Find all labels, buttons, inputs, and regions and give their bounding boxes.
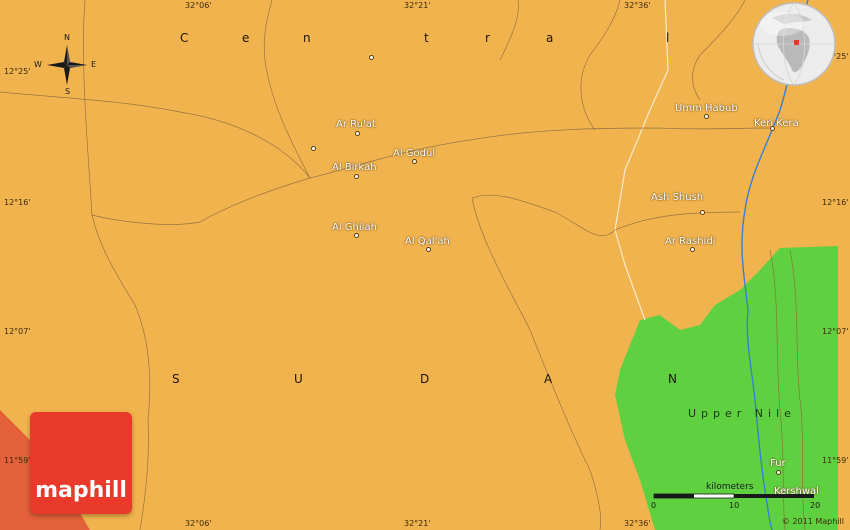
scale-title: kilometers	[706, 482, 754, 492]
coord-left: 11°59'	[4, 456, 31, 465]
globe-icon	[752, 2, 836, 86]
place-ash-shush[interactable]: Ash Shush	[651, 192, 703, 204]
region-central-letter: l	[666, 31, 670, 45]
place-ar-ruat[interactable]: Ar Ru'at	[336, 119, 376, 131]
place-ar-rashidi[interactable]: Ar Rashidi	[665, 236, 715, 248]
scale-tick: 10	[729, 501, 740, 510]
region-sudan-letter: D	[420, 372, 430, 386]
logo-text: maphill	[35, 478, 127, 503]
place-marker	[776, 470, 781, 475]
coord-bottom: 32°36'	[624, 519, 651, 528]
region-central-letter: t	[424, 31, 429, 45]
place-marker	[690, 247, 695, 252]
place-fur[interactable]: Fur	[770, 458, 786, 470]
region-central-letter: e	[242, 31, 250, 45]
place-marker	[354, 174, 359, 179]
region-central-letter: C	[180, 31, 189, 45]
compass-s: S	[65, 87, 71, 96]
compass-n: N	[64, 33, 70, 42]
copyright-text: © 2011 Maphill	[781, 517, 844, 526]
place-marker	[369, 55, 374, 60]
scale-bar: kilometers 0 10 20	[648, 482, 828, 512]
coord-top: 32°06'	[185, 1, 212, 10]
coord-bottom: 32°21'	[404, 519, 431, 528]
place-marker	[355, 131, 360, 136]
scale-tick: 0	[651, 501, 657, 510]
region-central-letter: n	[303, 31, 311, 45]
region-sudan-letter: A	[544, 372, 553, 386]
place-keri-kera[interactable]: Keri Kera	[754, 118, 799, 130]
compass-e: E	[91, 60, 97, 69]
place-al-birkah[interactable]: Al Birkah	[332, 162, 377, 174]
map-canvas[interactable]: C e n t r a l S U D A N Upper Nile Ar Ru…	[0, 0, 850, 530]
compass-rose: N S E W	[34, 32, 100, 98]
place-marker	[770, 126, 775, 131]
maphill-logo[interactable]: maphill	[30, 412, 132, 514]
region-central-letter: a	[546, 31, 554, 45]
region-sudan-letter: N	[668, 372, 677, 386]
region-central-letter: r	[485, 31, 490, 45]
region-upper-nile: Upper Nile	[688, 407, 796, 420]
place-marker	[700, 210, 705, 215]
place-marker	[311, 146, 316, 151]
coord-left: 12°07'	[4, 327, 31, 336]
coord-left: 12°16'	[4, 198, 31, 207]
place-marker	[412, 159, 417, 164]
compass-w: W	[34, 60, 42, 69]
coord-top: 32°36'	[624, 1, 651, 10]
place-al-ghilah[interactable]: Al Ghilah	[332, 222, 377, 234]
scale-tick: 20	[810, 501, 821, 510]
place-marker	[354, 233, 359, 238]
place-marker	[704, 114, 709, 119]
coord-left: 12°25'	[4, 67, 31, 76]
coord-right: 11°59'	[822, 456, 849, 465]
coord-bottom: 32°06'	[185, 519, 212, 528]
coord-top: 32°21'	[404, 1, 431, 10]
place-marker	[426, 247, 431, 252]
coord-right: 12°07'	[822, 327, 849, 336]
region-sudan-letter: U	[294, 372, 303, 386]
region-sudan-letter: S	[172, 372, 180, 386]
coord-right: 12°16'	[822, 198, 849, 207]
locator-globe	[750, 0, 838, 88]
